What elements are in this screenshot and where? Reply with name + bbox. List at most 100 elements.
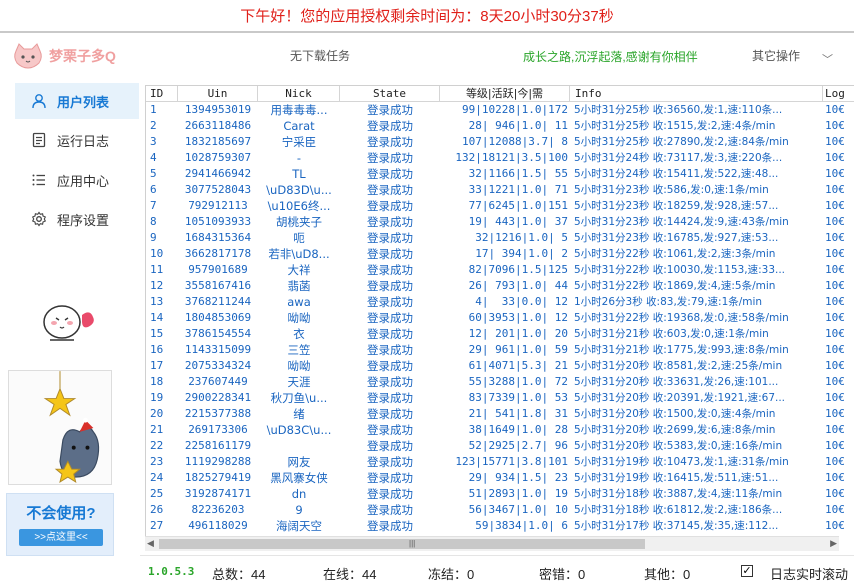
column-header-id[interactable]: ID	[146, 86, 178, 102]
cell-log: 10€	[825, 103, 845, 116]
cell-id: 11	[150, 263, 164, 276]
table-row[interactable]: 18 237607449 天涯 登录成功 55|3288|1.0| 72 5小时31分2…	[146, 374, 854, 390]
cell-info: 5小时31分18秒 收:61812,发:2,速:186条...	[574, 504, 783, 516]
cell-uin: 3768211244	[184, 295, 252, 308]
cell-nick: 三笠	[287, 343, 311, 357]
table-row[interactable]: 21 269173306 \uD83C\u... 登录成功 38|1649|1.0| …	[146, 422, 854, 438]
table-row[interactable]: 22 2258161179 登录成功 52|2925|2.7| 96 5小时31分20…	[146, 438, 854, 454]
cell-state: 登录成功	[367, 199, 413, 213]
table-row[interactable]: 10 3662817178 若非\uD8... 登录成功 17| 394|1.0| 2…	[146, 246, 854, 262]
table-row[interactable]: 6 3077528043 \uD83D\u... 登录成功 33|1221|1.0| …	[146, 182, 854, 198]
cell-info: 5小时31分25秒 收:27890,发:2,速:84条/min	[574, 136, 789, 148]
app-logo: 梦栗子多Q	[12, 43, 116, 69]
user-table[interactable]: ID Uin Nick State 等级|活跃|今|需 Info Log 1 13…	[145, 85, 854, 551]
table-row[interactable]: 5 2941466942 TL 登录成功 32|1166|1.5| 55 5小时31分2…	[146, 166, 854, 182]
table-row[interactable]: 15 3786154554 衣 登录成功 12| 201|1.0| 20 5小时31分2…	[146, 326, 854, 342]
horizontal-scrollbar[interactable]: ◀ ||| ▶	[145, 536, 839, 551]
cell-id: 21	[150, 423, 164, 436]
table-row[interactable]: 4 1028759307 - 登录成功 132|18121|3.5|100 5小时31分2…	[146, 150, 854, 166]
cell-uin: 1804853069	[184, 311, 252, 324]
cell-nick	[258, 438, 340, 454]
cell-nick: 黑风寨女侠	[270, 471, 328, 485]
cell-info: 5小时31分23秒 收:14424,发:9,速:43条/min	[574, 216, 789, 228]
sidebar-item-run-log[interactable]: 运行日志	[15, 122, 139, 158]
license-banner: 下午好！您的应用授权剩余时间为：8天20小时30分37秒	[0, 0, 854, 33]
cell-nick: TL	[292, 167, 306, 181]
sidebar-item-settings[interactable]: 程序设置	[15, 201, 139, 237]
cell-state: 登录成功	[367, 263, 413, 277]
column-header-uin[interactable]: Uin	[178, 86, 258, 102]
cell-nick: 呦呦	[287, 311, 311, 325]
cell-uin: 496118029	[188, 519, 248, 532]
table-row[interactable]: 13 3768211244 awa 登录成功 4| 33|0.0| 12 1小时26分3…	[146, 294, 854, 310]
cell-uin: 3192874171	[184, 487, 252, 500]
table-row[interactable]: 12 3558167416 翡菡 登录成功 26| 793|1.0| 44 5小时31分…	[146, 278, 854, 294]
table-row[interactable]: 3 1832185697 宁采臣 登录成功 107|12088|3.7| 8 5小时31分…	[146, 134, 854, 150]
license-banner-text: 下午好！您的应用授权剩余时间为：8天20小时30分37秒	[240, 8, 614, 25]
cell-info: 5小时31分17秒 收:37145,发:35,速:112...	[574, 520, 779, 532]
table-row[interactable]: 16 1143315099 三笠 登录成功 29| 961|1.0| 59 5小时31分…	[146, 342, 854, 358]
cell-uin: 2663118486	[184, 119, 252, 132]
cell-info: 1小时26分3秒 收:83,发:79,速:1条/min	[574, 296, 763, 308]
column-header-level[interactable]: 等级|活跃|今|需	[440, 86, 570, 102]
cell-nick: dn	[291, 487, 307, 501]
scroll-right-icon[interactable]: ▶	[830, 538, 837, 549]
cell-log: 10€	[825, 119, 845, 132]
sidebar-item-user-list[interactable]: 用户列表	[15, 83, 139, 119]
table-row[interactable]: 8 1051093933 胡桃夹子 登录成功 19| 443|1.0| 37 5小时31…	[146, 214, 854, 230]
table-row[interactable]: 24 1825279419 黑风寨女侠 登录成功 29| 934|1.5| 23 5小时…	[146, 470, 854, 486]
column-header-state[interactable]: State	[340, 86, 440, 102]
cell-id: 6	[150, 183, 157, 196]
cell-state: 登录成功	[367, 487, 413, 501]
cell-id: 23	[150, 455, 164, 468]
cell-log: 10€	[825, 151, 845, 164]
cell-uin: 237607449	[188, 375, 248, 388]
table-row[interactable]: 19 2900228341 秋刀鱼\u... 登录成功 83|7339|1.0| 53…	[146, 390, 854, 406]
table-row[interactable]: 9 1684315364 呃 登录成功 32|1216|1.0| 5 5小时31分23秒…	[146, 230, 854, 246]
column-header-nick[interactable]: Nick	[258, 86, 340, 102]
cell-log: 10€	[825, 263, 845, 276]
cell-id: 19	[150, 391, 164, 404]
column-header-info[interactable]: Info	[570, 86, 823, 102]
cell-nick: 翡菡	[287, 279, 311, 293]
cell-info: 5小时31分22秒 收:1869,发:4,速:5条/min	[574, 280, 776, 292]
scroll-thumb[interactable]: |||	[159, 539, 645, 549]
chevron-down-icon[interactable]: ﹀	[822, 51, 833, 67]
table-row[interactable]: 20 2215377388 绪 登录成功 21| 541|1.8| 31 5小时31分2…	[146, 406, 854, 422]
table-row[interactable]: 27 496118029 海阔天空 登录成功 59|3834|1.0| 6 5小时31分…	[146, 518, 854, 534]
sidebar-item-app-center[interactable]: 应用中心	[15, 162, 139, 198]
table-row[interactable]: 14 1804853069 呦呦 登录成功 60|3953|1.0| 12 5小时31分…	[146, 310, 854, 326]
column-header-log[interactable]: Log	[823, 86, 854, 102]
table-row[interactable]: 17 2075334324 呦呦 登录成功 61|4071|5.3| 21 5小时31分…	[146, 358, 854, 374]
cell-uin: 792912113	[188, 199, 248, 212]
table-row[interactable]: 26 82236203 9 登录成功 56|3467|1.0| 10 5小时31分18秒…	[146, 502, 854, 518]
table-row[interactable]: 7 792912113 \u10E6终... 登录成功 77|6245|1.0|151…	[146, 198, 854, 214]
table-row[interactable]: 25 3192874171 dn 登录成功 51|2893|1.0| 19 5小时31分…	[146, 486, 854, 502]
cell-id: 5	[150, 167, 157, 180]
more-ops-menu[interactable]: 其它操作	[752, 47, 800, 64]
table-row[interactable]: 23 1119298288 网友 登录成功 123|15771|3.8|101 5小时31…	[146, 454, 854, 470]
grip-icon: |||	[409, 539, 416, 548]
scroll-left-icon[interactable]: ◀	[147, 538, 154, 549]
table-row[interactable]: 11 957901689 大祥 登录成功 82|7096|1.5|125 5小时31分2…	[146, 262, 854, 278]
table-row[interactable]: 1 1394953019 用毒毒毒... 登录成功 99|10228|1.0|172 5…	[146, 102, 854, 118]
motto-text: 成长之路,沉浮起落,感谢有你相伴	[523, 50, 698, 64]
frozen-count: 冻结：0	[428, 567, 475, 582]
help-button[interactable]: >>点这里<<	[19, 529, 103, 546]
user-icon	[32, 94, 46, 109]
cell-nick: \uD83D\u...	[266, 183, 332, 197]
cell-nick: 呃	[293, 231, 305, 245]
cell-uin: 2941466942	[184, 167, 252, 180]
cell-state: 登录成功	[367, 327, 413, 341]
cell-level: 52|2925|2.7| 96	[462, 439, 568, 452]
cell-uin: 1394953019	[184, 103, 252, 116]
cell-info: 5小时31分22秒 收:10030,发:1153,速:33...	[574, 264, 786, 276]
cell-nick: 秋刀鱼\u...	[270, 391, 328, 405]
cell-info: 5小时31分20秒 收:2699,发:6,速:8条/min	[574, 424, 776, 436]
cell-info: 5小时31分22秒 收:19368,发:0,速:58条/min	[574, 312, 789, 324]
gear-icon	[31, 211, 47, 227]
cell-uin: 957901689	[188, 263, 248, 276]
table-row[interactable]: 2 2663118486 Carat 登录成功 28| 946|1.0| 11 5小时3…	[146, 118, 854, 134]
log-scroll-checkbox[interactable]: ✓	[741, 565, 753, 577]
cell-state: 登录成功	[367, 391, 413, 405]
